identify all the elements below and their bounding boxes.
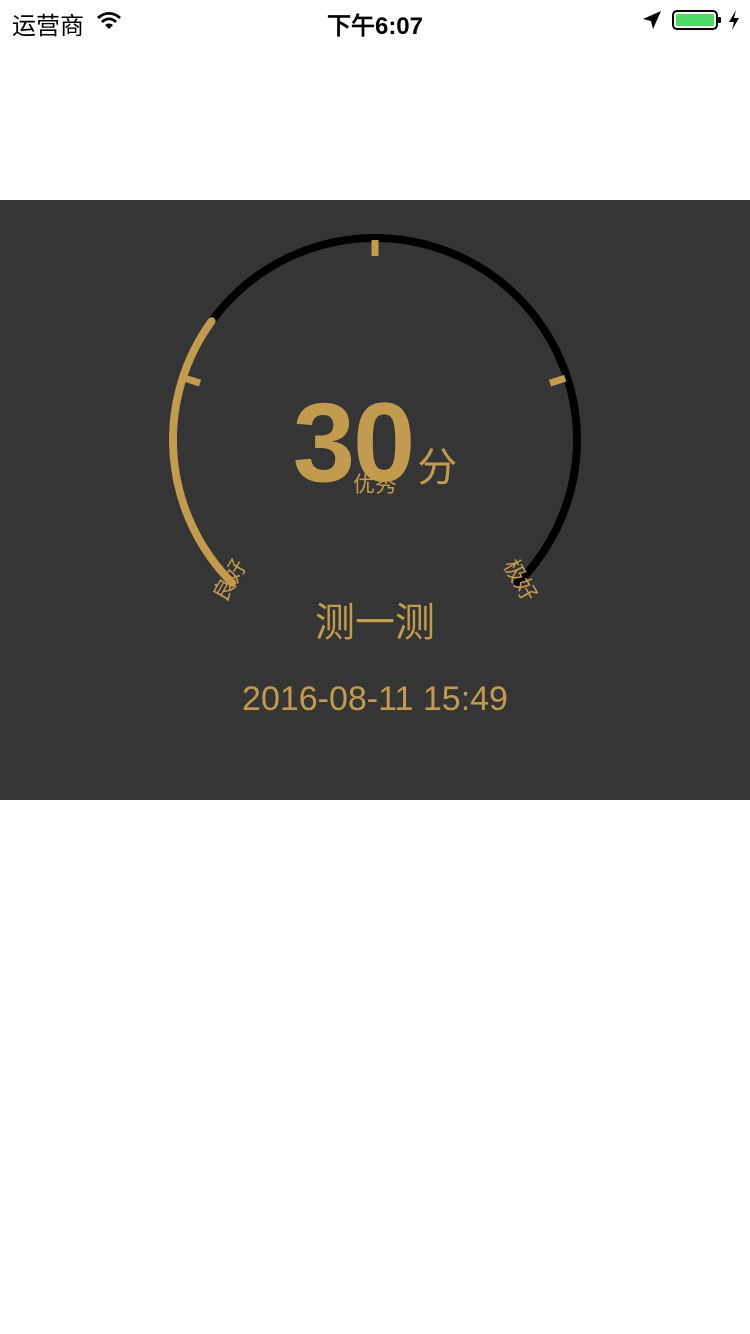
location-arrow-icon [643, 11, 661, 29]
measure-button[interactable]: 测一测 [275, 595, 475, 651]
measurement-timestamp: 2016-08-11 15:49 [242, 680, 508, 718]
score-panel: 良好 优秀 极好 30 分 测一测 2016-08-11 15:49 [0, 200, 750, 800]
status-time: 下午6:07 [326, 13, 424, 40]
charging-bolt-icon [729, 10, 739, 30]
battery-icon [672, 10, 721, 30]
score-unit: 分 [417, 446, 458, 490]
score-display: 30 分 [0, 378, 750, 507]
status-bar: 运营商 下午6:07 [0, 0, 750, 40]
score-value: 30 [292, 380, 416, 505]
